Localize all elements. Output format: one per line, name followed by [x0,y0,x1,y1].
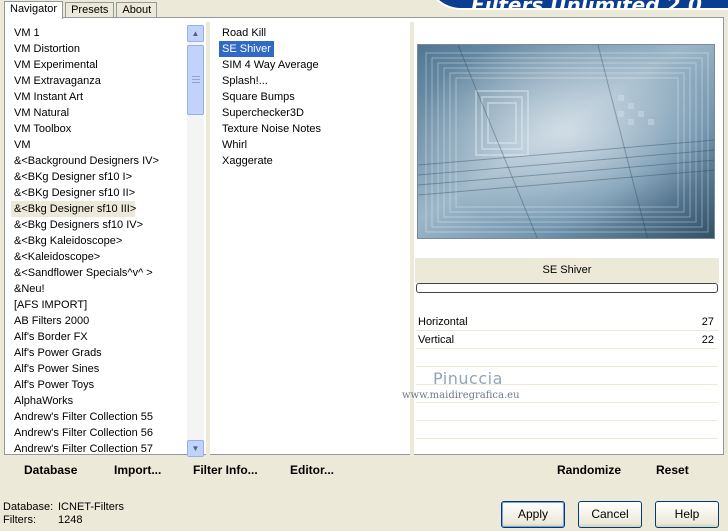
category-item[interactable]: AlphaWorks [11,393,187,409]
category-item[interactable]: Alf's Power Toys [11,377,187,393]
category-item[interactable]: &<Background Designers IV> [11,153,187,169]
progress-bar [416,283,718,293]
category-item[interactable]: &<BKg Designer sf10 II> [11,185,187,201]
cancel-button[interactable]: Cancel [578,501,642,528]
preview-texture [418,45,714,238]
apply-button[interactable]: Apply [501,501,565,528]
scroll-up-icon[interactable]: ▲ [187,25,204,42]
status-database: Database: ICNET-Filters [3,501,124,513]
filter-item[interactable]: Splash!... [219,73,271,89]
tab-bar: Navigator Presets About [4,0,159,19]
category-item[interactable]: VM Extravaganza [11,73,187,89]
category-item[interactable]: VM Distortion [11,41,187,57]
category-item[interactable]: VM Natural [11,105,187,121]
filter-name-label: SE Shiver [415,258,719,283]
category-item[interactable]: &<Kaleidoscope> [11,249,187,265]
category-item[interactable]: Alf's Power Sines [11,361,187,377]
category-scrollbar[interactable]: ▲ ▼ [187,25,204,457]
status-filters-value: 1248 [58,514,83,526]
category-item[interactable]: &<Bkg Kaleidoscope> [11,233,187,249]
database-button[interactable]: Database [24,463,77,477]
filter-item[interactable]: SE Shiver [219,41,274,57]
filter-item[interactable]: Road Kill [219,25,269,41]
category-item[interactable]: Andrew's Filter Collection 56 [11,425,187,441]
status-filters: Filters: 1248 [3,514,82,526]
scroll-down-icon[interactable]: ▼ [187,440,204,457]
filter-item[interactable]: Superchecker3D [219,105,307,121]
category-item[interactable]: &<Bkg Designers sf10 IV> [11,217,187,233]
tab-navigator[interactable]: Navigator [4,1,64,19]
filter-item[interactable]: Square Bumps [219,89,298,105]
category-list[interactable]: VM 1 VM Distortion VM Experimental VM Extra… [11,25,187,457]
category-item[interactable]: AB Filters 2000 [11,313,187,329]
filter-info-button[interactable]: Filter Info... [193,463,258,477]
category-item[interactable]: VM Toolbox [11,121,187,137]
editor-button[interactable]: Editor... [290,463,334,477]
preview-image [417,44,715,239]
category-item[interactable]: [AFS IMPORT] [11,297,187,313]
param-row-empty [416,403,718,421]
filter-list[interactable]: Road Kill SE Shiver SIM 4 Way Average Splas… [219,25,407,169]
app-title-banner: Filters Unlimited 2.0 [425,0,728,10]
randomize-button[interactable]: Randomize [557,463,621,477]
category-item[interactable]: VM Instant Art [11,89,187,105]
navigator-action-bar: Database Import... Filter Info... Editor… [5,458,405,483]
category-item[interactable]: &<Sandflower Specials^v^ > [11,265,187,281]
status-filters-label: Filters: [3,514,36,526]
param-value: 22 [701,334,714,346]
param-row-empty [416,421,718,439]
param-value: 27 [701,316,714,328]
param-label: Horizontal [418,316,468,328]
param-row-empty [416,439,718,457]
list-divider [206,22,210,456]
category-item[interactable]: &Neu! [11,281,187,297]
filter-item[interactable]: SIM 4 Way Average [219,57,322,73]
param-row-horizontal[interactable]: Horizontal 27 [416,313,718,331]
param-label: Vertical [418,334,455,346]
status-database-value: ICNET-Filters [58,501,124,513]
import-button[interactable]: Import... [114,463,161,477]
status-database-label: Database: [3,501,54,513]
scroll-thumb[interactable] [187,45,204,115]
filter-action-bar: Randomize Reset [415,458,719,483]
category-item[interactable]: VM [11,137,187,153]
category-item[interactable]: Andrew's Filter Collection 57 [11,441,187,457]
param-row-empty [416,349,718,367]
help-button[interactable]: Help [655,501,719,528]
category-item[interactable]: Alf's Power Grads [11,345,187,361]
watermark-name: Pinuccia [433,369,503,388]
category-item[interactable]: Andrew's Filter Collection 55 [11,409,187,425]
param-row-vertical[interactable]: Vertical 22 [416,331,718,349]
tab-presets[interactable]: Presets [65,2,115,18]
tab-about[interactable]: About [116,2,158,18]
category-item[interactable]: &<BKg Designer sf10 I> [11,169,187,185]
filter-item[interactable]: Whirl [219,137,250,153]
category-item[interactable]: VM Experimental [11,57,187,73]
category-item[interactable]: Alf's Border FX [11,329,187,345]
category-item[interactable]: VM 1 [11,25,187,41]
filter-item[interactable]: Texture Noise Notes [219,121,324,137]
category-item[interactable]: &<Bkg Designer sf10 III> [11,201,136,217]
reset-button[interactable]: Reset [656,463,689,477]
watermark-url: www.maidiregrafica.eu [402,390,520,401]
filter-item[interactable]: Xaggerate [219,153,276,169]
